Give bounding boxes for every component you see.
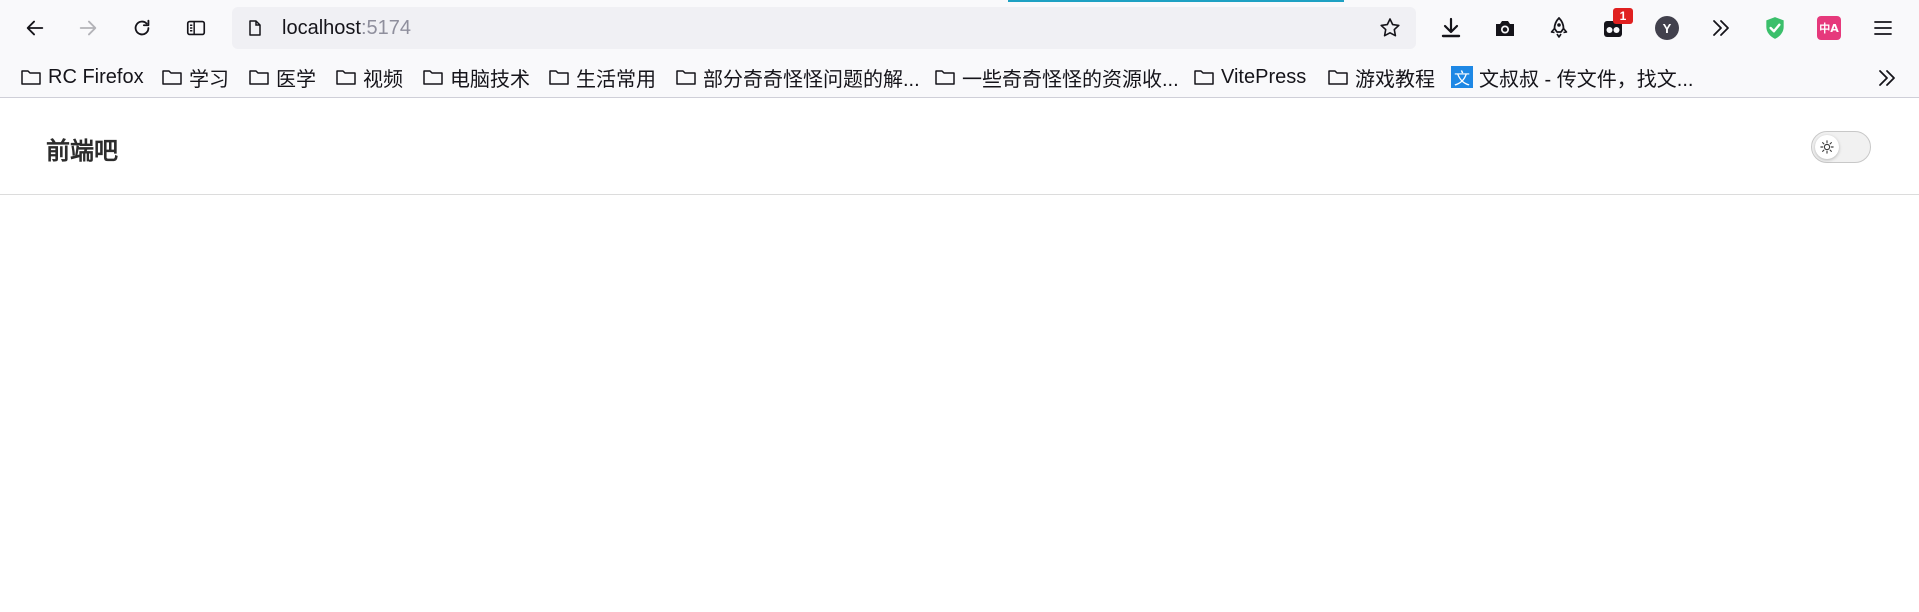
- bookmark-label: 医学: [276, 68, 316, 91]
- camera-icon: [1496, 21, 1514, 36]
- bookmark-label: 学习: [189, 68, 229, 91]
- bookmark-folder-medicine[interactable]: 医学: [246, 62, 318, 92]
- folder-icon: [1194, 70, 1214, 85]
- page-content: 前端吧: [0, 99, 1919, 612]
- more-tools-button[interactable]: [1705, 12, 1737, 44]
- double-chevron-icon: [1713, 20, 1729, 36]
- bookmark-folder-odd-problems[interactable]: 部分奇奇怪怪问题的解...: [673, 62, 922, 92]
- bookmark-label: 视频: [363, 68, 403, 91]
- translate-icon: 中A: [1817, 16, 1841, 40]
- shield-check-icon: [1766, 17, 1784, 39]
- bookmark-label: VitePress: [1221, 65, 1307, 88]
- download-icon: [1441, 17, 1461, 38]
- browser-toolbar: localhost:5174 1 Y 中A: [0, 0, 1919, 56]
- bookmark-folder-daily-life[interactable]: 生活常用: [546, 62, 658, 92]
- star-icon[interactable]: [1378, 16, 1402, 40]
- wenshushu-icon: 文: [1451, 66, 1473, 88]
- sidebar-icon: [186, 20, 206, 36]
- forward-button[interactable]: [70, 10, 106, 46]
- bookmark-folder-rc-firefox[interactable]: RC Firefox: [18, 62, 146, 92]
- bookmark-folder-odd-resources[interactable]: 一些奇奇怪怪的资源收...: [932, 62, 1181, 92]
- bookmark-folder-game-tutorials[interactable]: 游戏教程: [1325, 62, 1437, 92]
- bookmark-folder-computer-tech[interactable]: 电脑技术: [420, 62, 532, 92]
- bookmark-label: RC Firefox: [48, 65, 144, 88]
- sun-icon: [1820, 140, 1834, 154]
- url-bar[interactable]: localhost:5174: [232, 7, 1416, 49]
- translate-button[interactable]: 中A: [1813, 12, 1845, 44]
- bookmark-label: 电脑技术: [450, 68, 530, 91]
- reload-icon: [134, 19, 150, 36]
- extension-button[interactable]: 1: [1597, 8, 1633, 44]
- page-loading-indicator: [1008, 0, 1344, 2]
- profile-button[interactable]: Y: [1651, 12, 1683, 44]
- bookmark-label: 文叔叔 - 传文件，找文...: [1479, 68, 1694, 91]
- url-text[interactable]: localhost:5174: [282, 17, 411, 39]
- bookmark-folder-study[interactable]: 学习: [159, 62, 231, 92]
- bookmark-label: 生活常用: [576, 68, 656, 91]
- back-button[interactable]: [17, 10, 53, 46]
- extension-badge: 1: [1613, 8, 1633, 24]
- url-port: :5174: [360, 17, 411, 39]
- app-menu-button[interactable]: [1867, 12, 1899, 44]
- arrow-left-icon: [26, 20, 44, 36]
- site-header: 前端吧: [0, 99, 1919, 195]
- screenshot-button[interactable]: [1489, 12, 1521, 44]
- download-button[interactable]: [1435, 12, 1467, 44]
- bookmark-label: 游戏教程: [1355, 68, 1435, 91]
- folder-icon: [249, 70, 269, 85]
- folder-icon: [423, 70, 443, 85]
- rocket-icon: [1550, 17, 1568, 38]
- bookmark-label: 一些奇奇怪怪的资源收...: [962, 68, 1179, 91]
- folder-icon: [549, 70, 569, 85]
- folder-icon: [1328, 70, 1348, 85]
- hamburger-icon: [1874, 21, 1892, 35]
- site-title[interactable]: 前端吧: [46, 131, 118, 166]
- profile-icon: Y: [1655, 16, 1679, 40]
- folder-icon: [21, 70, 41, 85]
- reload-button[interactable]: [124, 10, 160, 46]
- page-icon: [249, 20, 261, 36]
- sidebar-button[interactable]: [178, 10, 214, 46]
- theme-toggle-switch[interactable]: [1811, 131, 1871, 163]
- shield-extension-button[interactable]: [1759, 12, 1791, 44]
- bookmark-folder-video[interactable]: 视频: [333, 62, 405, 92]
- folder-icon: [336, 70, 356, 85]
- url-host: localhost: [282, 17, 361, 39]
- arrow-right-icon: [79, 20, 97, 36]
- folder-icon: [676, 70, 696, 85]
- rocket-extension-button[interactable]: [1543, 12, 1575, 44]
- bookmark-folder-vitepress[interactable]: VitePress: [1191, 62, 1308, 92]
- folder-icon: [935, 70, 955, 85]
- bookmarks-toolbar: RC Firefox 学习 医学 视频 电脑技术 生活常用 部分奇奇怪怪问题的解…: [0, 56, 1919, 98]
- bookmark-wenshushu[interactable]: 文 文叔叔 - 传文件，找文...: [1449, 62, 1695, 92]
- bookmark-label: 部分奇奇怪怪问题的解...: [703, 68, 920, 91]
- bookmarks-overflow-icon[interactable]: [1875, 66, 1899, 90]
- switch-knob: [1815, 135, 1839, 159]
- folder-icon: [162, 70, 182, 85]
